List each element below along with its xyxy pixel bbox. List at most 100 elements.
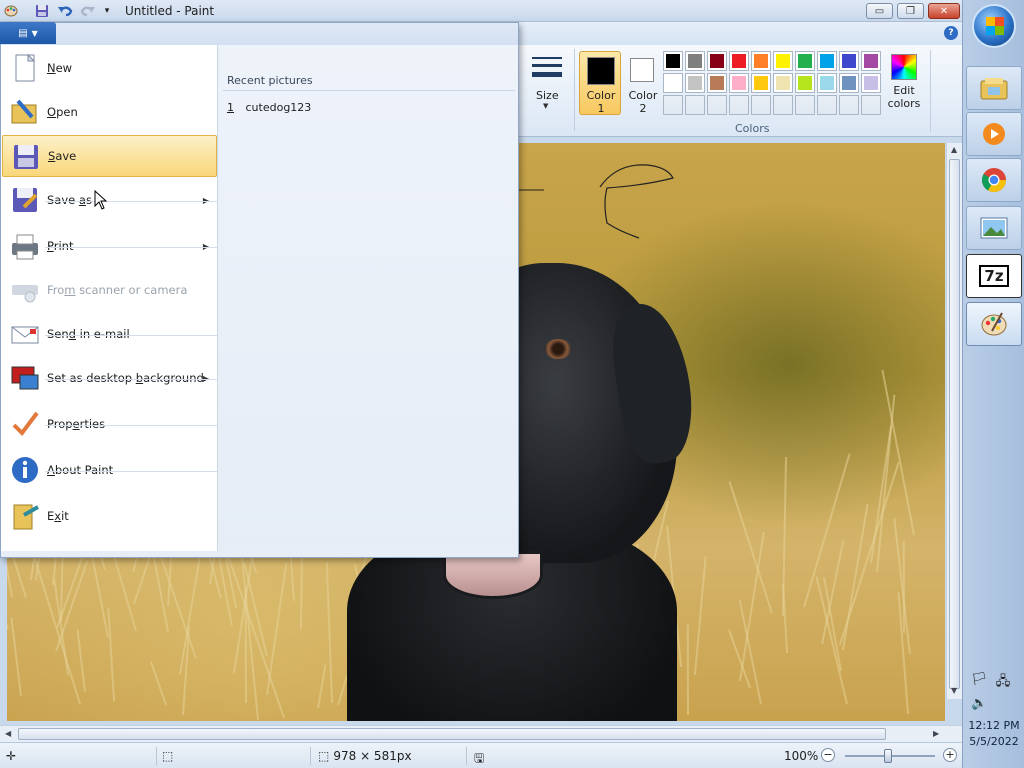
palette-color-swatch[interactable] (707, 73, 727, 93)
palette-color-fill (666, 76, 680, 90)
image-size-icon: ⬚ (318, 749, 330, 763)
start-button[interactable] (972, 4, 1016, 48)
palette-color-swatch[interactable] (861, 51, 881, 71)
image-dimensions: 978 × 581px (333, 749, 412, 763)
size-label: Size (536, 89, 559, 102)
palette-color-swatch[interactable] (663, 51, 683, 71)
palette-color-swatch[interactable] (663, 73, 683, 93)
palette-empty-slot[interactable] (707, 95, 727, 115)
palette-color-swatch[interactable] (773, 73, 793, 93)
palette-color-swatch[interactable] (839, 73, 859, 93)
menu-item-about[interactable]: About Paint (2, 449, 217, 491)
palette-empty-slot[interactable] (751, 95, 771, 115)
customize-quick-access-icon[interactable]: ▾ (99, 3, 115, 19)
zoom-out-button[interactable]: − (821, 748, 835, 762)
menu-item-label: Save (48, 149, 76, 163)
palette-color-swatch[interactable] (861, 73, 881, 93)
scroll-up-arrow[interactable]: ▲ (951, 145, 957, 154)
vertical-scroll-thumb[interactable] (949, 159, 960, 689)
palette-color-swatch[interactable] (685, 73, 705, 93)
menu-item-desktop-background[interactable]: Set as desktop background ▶ (2, 357, 217, 399)
maximize-button[interactable]: ❐ (897, 3, 924, 19)
media-player-taskbar-button[interactable] (966, 112, 1022, 156)
paint-app-icon[interactable] (3, 3, 19, 19)
minimize-button[interactable]: ▭ (866, 3, 893, 19)
palette-empty-slot[interactable] (685, 95, 705, 115)
palette-color-swatch[interactable] (795, 73, 815, 93)
menu-item-save[interactable]: Save (2, 135, 217, 177)
redo-icon (80, 3, 96, 19)
label-text: Save (47, 193, 79, 207)
palette-color-swatch[interactable] (685, 51, 705, 71)
palette-color-swatch[interactable] (817, 51, 837, 71)
menu-item-label: About Paint (47, 463, 113, 477)
palette-color-swatch[interactable] (773, 51, 793, 71)
horizontal-scrollbar[interactable]: ◀ ▶ (0, 725, 962, 742)
palette-empty-slot[interactable] (663, 95, 683, 115)
color1-button[interactable]: Color 1 (579, 51, 621, 115)
close-button[interactable]: ✕ (928, 3, 960, 19)
file-menu-tab[interactable]: ▤ ▼ (0, 22, 56, 44)
palette-empty-slot[interactable] (773, 95, 793, 115)
network-icon[interactable]: 🖧 (995, 672, 1011, 689)
size-dropdown-arrow[interactable]: ▼ (543, 102, 548, 110)
system-clock[interactable]: 12:12 PM 5/5/2022 (963, 718, 1024, 750)
menu-item-email[interactable]: Send in e-mail (2, 313, 217, 355)
label-text: in e-mail (75, 327, 130, 341)
vertical-scrollbar[interactable]: ▲ ▼ (946, 143, 962, 699)
palette-empty-slot[interactable] (861, 95, 881, 115)
palette-color-swatch[interactable] (817, 73, 837, 93)
scanner-icon (10, 275, 40, 305)
horizontal-scroll-thumb[interactable] (18, 728, 886, 740)
scroll-right-arrow[interactable]: ▶ (933, 729, 939, 738)
palette-empty-slot[interactable] (795, 95, 815, 115)
clock-time: 12:12 PM (968, 719, 1020, 732)
properties-icon (10, 409, 40, 439)
color1-swatch (587, 57, 615, 85)
palette-color-swatch[interactable] (729, 73, 749, 93)
recent-pictures-divider (223, 90, 515, 91)
palette-color-swatch[interactable] (751, 51, 771, 71)
photo-viewer-taskbar-button[interactable] (966, 206, 1022, 250)
label-text: Sen (47, 327, 69, 341)
zoom-in-button[interactable]: + (943, 748, 957, 762)
palette-color-fill (754, 54, 768, 68)
palette-empty-slot[interactable] (729, 95, 749, 115)
palette-color-swatch[interactable] (795, 51, 815, 71)
menu-item-label: Open (47, 105, 78, 119)
save-icon[interactable] (34, 3, 50, 19)
scroll-down-arrow[interactable]: ▼ (951, 686, 957, 695)
status-separator (310, 747, 311, 765)
recent-picture-item[interactable]: 1 cutedog123 (227, 101, 311, 114)
paint-taskbar-button[interactable] (966, 302, 1022, 346)
menu-item-open[interactable]: Open (2, 91, 217, 133)
palette-empty-slot[interactable] (839, 95, 859, 115)
zoom-slider-thumb[interactable] (884, 749, 892, 763)
size-line-medium (532, 64, 562, 67)
menu-item-new[interactable]: New (2, 47, 217, 89)
palette-color-swatch[interactable] (839, 51, 859, 71)
menu-item-print[interactable]: Print ▶ (2, 225, 217, 267)
edit-colors-button[interactable]: Edit colors (884, 51, 924, 117)
menu-item-exit[interactable]: Exit (2, 495, 217, 537)
access-key: d (68, 327, 76, 341)
access-key: e (72, 417, 80, 431)
print-icon (10, 231, 40, 261)
menu-item-properties[interactable]: Properties (2, 403, 217, 445)
action-center-flag-icon[interactable]: 🏳 (971, 672, 988, 688)
palette-empty-slot[interactable] (817, 95, 837, 115)
menu-item-save-as[interactable]: Save as ▶ (2, 179, 217, 221)
color2-button[interactable]: Color 2 (621, 51, 663, 115)
palette-color-swatch[interactable] (751, 73, 771, 93)
save-icon (11, 142, 41, 172)
new-icon (10, 53, 40, 83)
palette-color-swatch[interactable] (707, 51, 727, 71)
chrome-taskbar-button[interactable] (966, 158, 1022, 202)
explorer-taskbar-button[interactable] (966, 66, 1022, 110)
undo-icon[interactable] (57, 3, 73, 19)
palette-color-swatch[interactable] (729, 51, 749, 71)
scroll-left-arrow[interactable]: ◀ (5, 729, 11, 738)
help-icon[interactable]: ? (944, 26, 958, 40)
volume-icon[interactable]: 🔈 (971, 696, 987, 712)
7zip-taskbar-button[interactable]: 7z (966, 254, 1022, 298)
